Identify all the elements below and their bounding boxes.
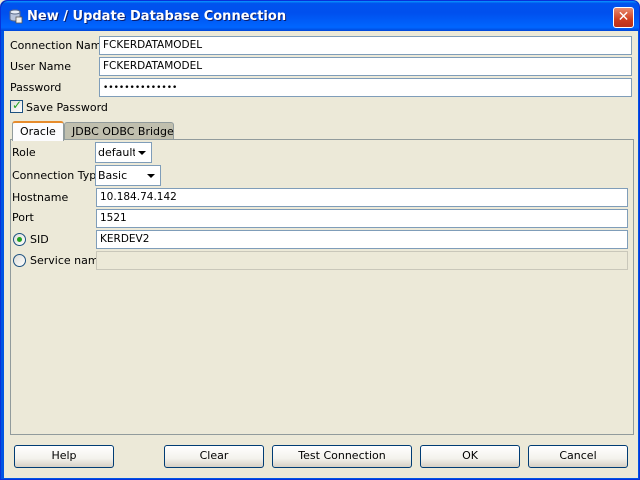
connection-type-label: Connection Type bbox=[12, 169, 104, 182]
port-field[interactable]: 1521 bbox=[96, 209, 628, 228]
title-bar[interactable]: New / Update Database Connection ✕ bbox=[1, 1, 639, 31]
save-password-label[interactable]: Save Password bbox=[26, 101, 108, 114]
port-label: Port bbox=[12, 211, 34, 224]
sid-field[interactable]: KERDEV2 bbox=[96, 230, 628, 249]
password-label: Password bbox=[10, 81, 62, 94]
role-dropdown[interactable]: default bbox=[95, 142, 152, 163]
sid-label[interactable]: SID bbox=[30, 233, 49, 246]
sid-radio[interactable] bbox=[13, 233, 26, 246]
cancel-button[interactable]: Cancel bbox=[528, 445, 628, 468]
checkmark-icon: ✓ bbox=[12, 98, 23, 112]
service-name-field bbox=[96, 251, 628, 270]
dialog-window: New / Update Database Connection ✕ Conne… bbox=[0, 0, 640, 480]
chevron-down-icon[interactable] bbox=[144, 168, 158, 183]
service-name-label[interactable]: Service name bbox=[30, 254, 105, 267]
close-button[interactable]: ✕ bbox=[613, 7, 634, 28]
user-name-label: User Name bbox=[10, 60, 72, 73]
role-value: default bbox=[98, 146, 137, 159]
tab-oracle-label: Oracle bbox=[20, 125, 56, 138]
test-connection-button[interactable]: Test Connection bbox=[272, 445, 412, 468]
save-password-checkbox[interactable]: ✓ bbox=[10, 98, 23, 113]
hostname-label: Hostname bbox=[12, 191, 69, 204]
database-icon bbox=[9, 9, 23, 24]
help-button[interactable]: Help bbox=[14, 445, 114, 468]
tab-jdbc-odbc-bridge[interactable]: JDBC ODBC Bridge bbox=[64, 122, 174, 140]
hostname-field[interactable]: 10.184.74.142 bbox=[96, 188, 628, 207]
close-icon: ✕ bbox=[617, 9, 630, 25]
ok-button[interactable]: OK bbox=[420, 445, 520, 468]
clear-button[interactable]: Clear bbox=[164, 445, 264, 468]
window-title: New / Update Database Connection bbox=[27, 9, 287, 24]
tab-jdbc-odbc-bridge-label: JDBC ODBC Bridge bbox=[72, 125, 174, 138]
service-name-radio[interactable] bbox=[13, 254, 26, 267]
connection-name-field[interactable]: FCKERDATAMODEL bbox=[99, 36, 632, 55]
connection-name-label: Connection Name bbox=[10, 39, 109, 52]
role-label: Role bbox=[12, 146, 36, 159]
password-field[interactable]: •••••••••••••• bbox=[99, 78, 632, 97]
tab-oracle[interactable]: Oracle bbox=[12, 121, 64, 141]
radio-selected-icon bbox=[17, 237, 22, 242]
connection-type-value: Basic bbox=[98, 169, 128, 182]
user-name-field[interactable]: FCKERDATAMODEL bbox=[99, 57, 632, 76]
connection-type-dropdown[interactable]: Basic bbox=[95, 165, 161, 186]
chevron-down-icon[interactable] bbox=[135, 145, 149, 160]
